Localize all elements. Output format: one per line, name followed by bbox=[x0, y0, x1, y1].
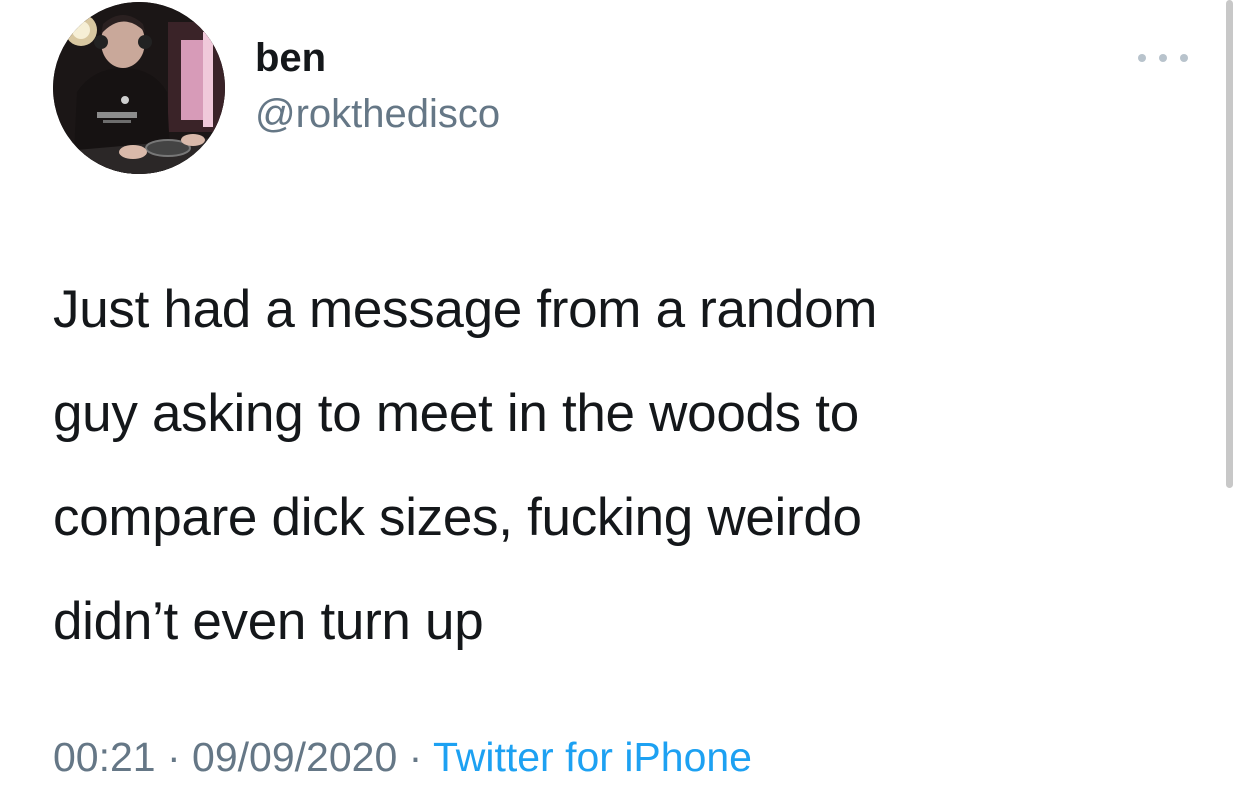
meta-separator: · bbox=[397, 734, 433, 780]
user-handle: @rokthedisco bbox=[255, 92, 501, 136]
tweet-meta: 00:21 · 09/09/2020 · Twitter for iPhone bbox=[53, 734, 752, 781]
tweet-text: Just had a message from a random guy ask… bbox=[53, 280, 878, 651]
tweet-card: ben @rokthedisco Just had a message from… bbox=[0, 0, 1242, 799]
tweet-date: 09/09/2020 bbox=[192, 734, 398, 780]
meta-separator: · bbox=[155, 734, 193, 780]
more-dot bbox=[1138, 54, 1146, 62]
avatar[interactable] bbox=[53, 2, 225, 174]
more-horizontal-icon[interactable] bbox=[1138, 44, 1188, 72]
tweet-time: 00:21 bbox=[53, 734, 156, 780]
tweet-source-link[interactable]: Twitter for iPhone bbox=[433, 734, 752, 780]
more-dot bbox=[1159, 54, 1167, 62]
display-name[interactable]: ben bbox=[255, 36, 326, 81]
more-dot bbox=[1180, 54, 1188, 62]
scrollbar[interactable] bbox=[1226, 0, 1233, 488]
